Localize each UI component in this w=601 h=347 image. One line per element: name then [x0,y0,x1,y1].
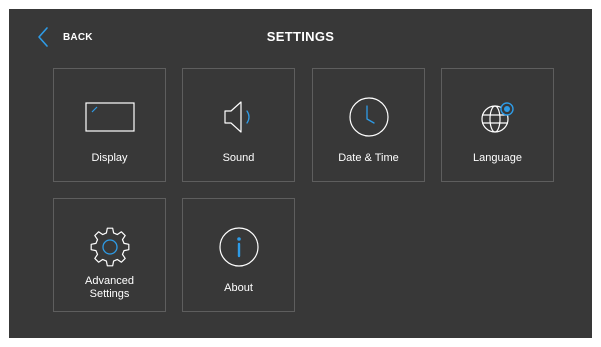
header: BACK SETTINGS [9,9,592,65]
tile-label: Advanced Settings [85,275,134,300]
clock-icon [313,95,424,139]
tile-advanced-settings[interactable]: Advanced Settings [53,198,166,312]
tile-about[interactable]: About [182,198,295,312]
tile-label: Display [91,152,128,164]
settings-screen: BACK SETTINGS Display Sound Date & Time … [9,9,592,338]
tile-language[interactable]: Language [441,68,554,182]
tile-display[interactable]: Display [53,68,166,182]
tile-sound[interactable]: Sound [182,68,295,182]
tile-label: Sound [222,152,255,164]
gear-icon [54,225,165,269]
info-icon [183,225,294,269]
tile-label: Date & Time [338,152,399,164]
speaker-icon [183,95,294,139]
tile-label: Language [473,152,522,164]
globe-icon [442,95,553,139]
page-title: SETTINGS [266,29,335,44]
tile-label: About [224,282,253,294]
display-icon [54,95,165,139]
tile-date-time[interactable]: Date & Time [312,68,425,182]
